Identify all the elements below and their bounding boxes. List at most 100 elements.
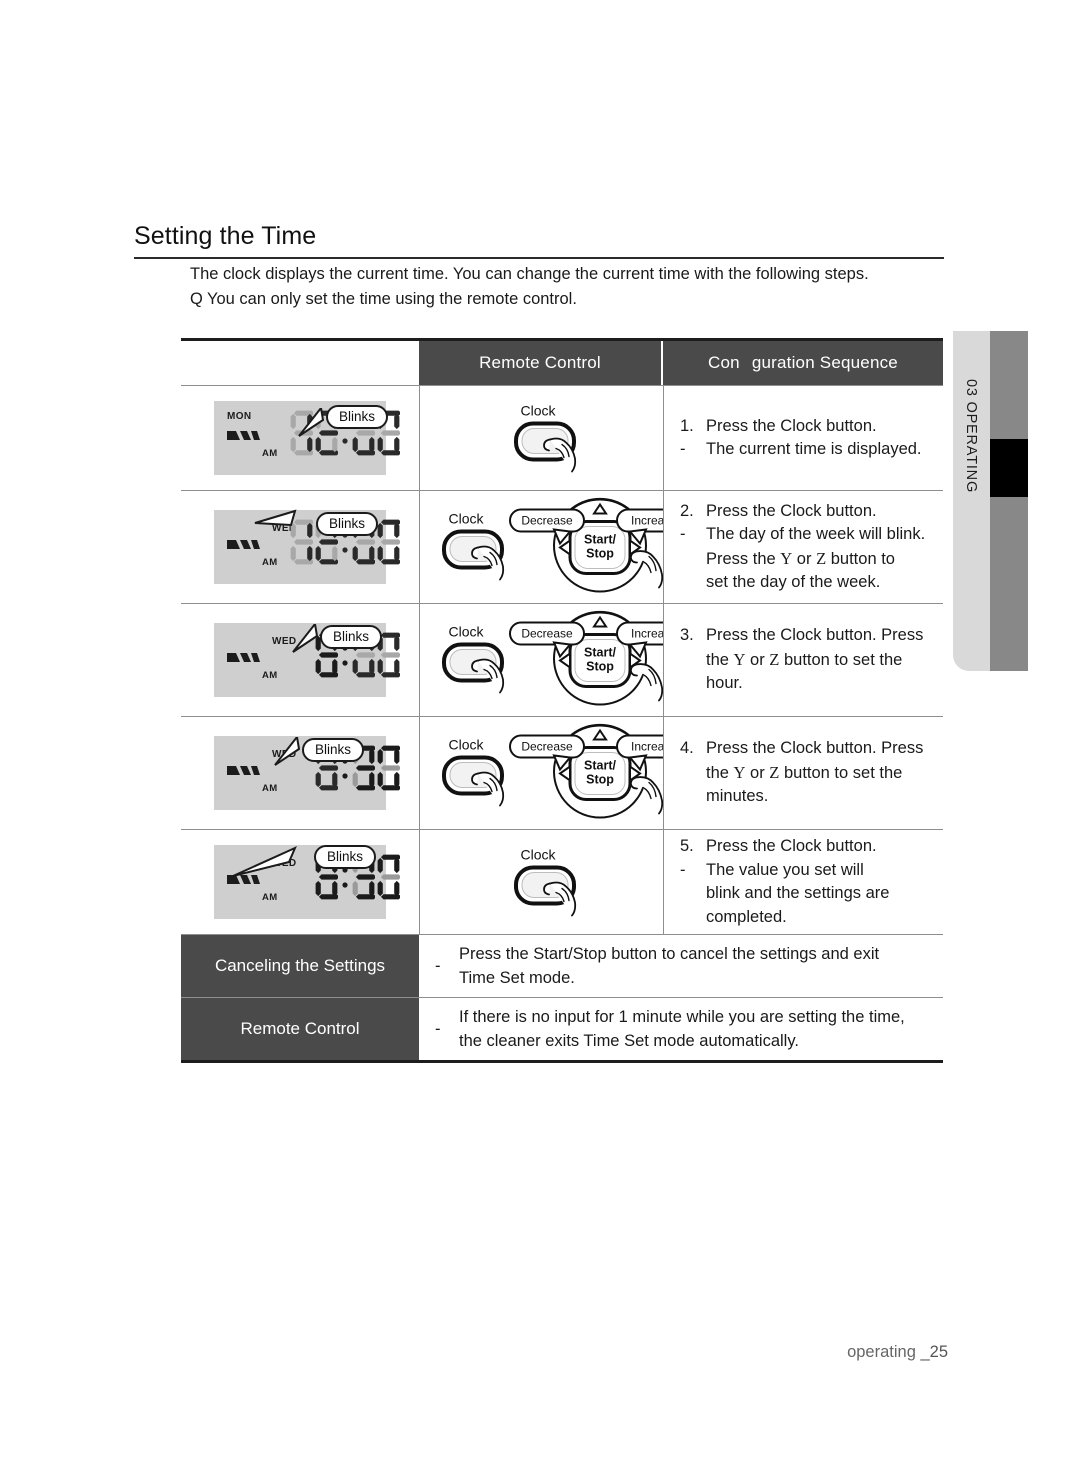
table-row: WED AM Bl <box>181 830 943 934</box>
instruction-marker <box>680 882 706 906</box>
footer-page-number: _25 <box>920 1343 948 1361</box>
instruction-marker: - <box>680 440 686 458</box>
remote-full-illustration: Clock Start/ Stop Decrease Increase <box>442 611 692 706</box>
instruction-text: 5. Press the Clock button. - The value you … <box>680 835 889 929</box>
clock-button-label: Clock <box>448 511 484 527</box>
lcd-cell: WED AM Bl <box>181 830 419 934</box>
instruction-marker: 4. <box>680 739 694 758</box>
lcd-cell: MON AM Blinks <box>181 386 419 490</box>
instruction-line: set the day of the week. <box>680 571 925 595</box>
instruction-body: minutes. <box>706 787 769 806</box>
page-title-block: Setting the Time <box>134 222 944 259</box>
table-footer-rows: Canceling the Settings - Press the Start… <box>181 934 943 1060</box>
lcd-digit <box>377 519 400 565</box>
up-arrow-placeholder-icon: Y <box>780 548 793 568</box>
instruction-marker: - <box>680 525 686 543</box>
header-remote-control: Remote Control <box>419 341 663 385</box>
blinks-callout: Blinks <box>302 738 365 762</box>
startstop-line1: Start/ <box>584 759 616 773</box>
instruction-text: 4. Press the Clock button. Press the Y or … <box>680 737 923 809</box>
startstop-line2: Stop <box>586 547 614 561</box>
blinks-callout: Blinks <box>320 625 383 649</box>
footer-label-row: Remote Control - If there is no input fo… <box>181 998 943 1060</box>
instruction-marker <box>680 648 706 673</box>
footer-row-text: If there is no input for 1 minute while … <box>459 1005 905 1053</box>
remote-control-cell: Clock Start/ Stop Decrease Increase <box>419 604 692 716</box>
lcd-day-label: MON <box>227 411 252 422</box>
table-body: MON AM Blinks Clock 1. Press the Clock b… <box>181 385 943 934</box>
lcd-am-label: AM <box>262 783 278 794</box>
instruction-cell: 4. Press the Clock button. Press the Y or … <box>663 717 943 829</box>
instruction-cell: 1. Press the Clock button. - The current ti… <box>663 386 943 490</box>
signal-bars-icon <box>226 428 260 443</box>
startstop-line2: Stop <box>586 773 614 787</box>
instruction-line: blink and the settings are <box>680 882 889 906</box>
instruction-marker: - <box>680 860 686 879</box>
instruction-marker <box>680 785 706 809</box>
instruction-line: hour. <box>680 672 923 696</box>
remote-illustration-wrap: Clock Start/ Stop Decrease Increase <box>420 716 692 831</box>
increase-label: Increase <box>631 514 664 528</box>
remote-clock-illustration: Clock <box>514 847 577 917</box>
clock-button-label: Clock <box>448 737 484 753</box>
footer-row-body: - Press the Start/Stop button to cancel … <box>419 935 943 997</box>
instruction-body: completed. <box>706 907 787 926</box>
lcd-am-label: AM <box>262 557 278 568</box>
decrease-label: Decrease <box>521 514 573 528</box>
footer-label-row: Canceling the Settings - Press the Start… <box>181 935 943 997</box>
instruction-body: the Y or Z button to set the <box>706 762 903 782</box>
startstop-line1: Start/ <box>584 646 616 660</box>
remote-control-cell: Clock Start/ Stop Decrease Increase <box>419 716 692 831</box>
intro-note: Q You can only set the time using the rem… <box>190 287 950 312</box>
instruction-line: - The value you set will <box>680 859 889 883</box>
footer-text-line: If there is no input for 1 minute while … <box>459 1008 905 1026</box>
instruction-body: Press the Clock button. <box>706 837 877 855</box>
instruction-marker <box>680 571 706 595</box>
down-arrow-placeholder-icon: Z <box>769 649 780 669</box>
startstop-line2: Stop <box>586 660 614 674</box>
footer-row-label: Canceling the Settings <box>181 935 419 997</box>
remote-clock-illustration: Clock <box>514 403 577 473</box>
lcd-cell: WED AM Bl <box>181 604 419 716</box>
instruction-body: hour. <box>706 674 743 693</box>
clock-button-label: Clock <box>520 403 556 419</box>
intro-paragraph: The clock displays the current time. You… <box>190 265 869 283</box>
clock-button-label: Clock <box>520 847 556 863</box>
blinks-callout: Blinks <box>326 405 389 429</box>
instruction-marker: 5. <box>680 837 694 855</box>
instruction-body: the Y or Z button to set the <box>706 649 903 669</box>
signal-bars-icon <box>226 763 260 778</box>
instruction-line: 2. Press the Clock button. <box>680 500 925 524</box>
instruction-marker: 1. <box>680 416 694 435</box>
instruction-body: set the day of the week. <box>706 573 881 591</box>
table-header-row: Remote Control Con guration Sequence <box>181 341 943 385</box>
startstop-line1: Start/ <box>584 533 616 547</box>
chapter-side-tab: 03 OPERATING <box>953 331 1028 671</box>
instruction-line: the Y or Z button to set the <box>680 648 923 673</box>
note-mark-icon: Q <box>190 290 203 308</box>
procedure-table: Remote Control Con guration Sequence MON … <box>181 338 943 1063</box>
remote-full-illustration: Clock Start/ Stop Decrease Increase <box>442 498 692 593</box>
instruction-line: Press the Y or Z button to <box>680 547 925 572</box>
remote-illustration-wrap: Clock <box>420 832 664 933</box>
table-row: WED AM Blinks Clock Start/ Stop Decrease… <box>181 491 943 603</box>
signal-bars-icon <box>226 650 260 665</box>
side-tab-dark-panel <box>990 331 1028 671</box>
footer-row-dash: - <box>435 957 441 975</box>
intro-block: The clock displays the current time. You… <box>190 262 950 312</box>
footer-row-body: - If there is no input for 1 minute whil… <box>419 998 943 1060</box>
instruction-line: the Y or Z button to set the <box>680 761 923 786</box>
down-arrow-placeholder-icon: Z <box>816 548 827 568</box>
instruction-body: Press the Clock button. <box>706 416 877 435</box>
instruction-text: 2. Press the Clock button. - The day of the… <box>680 500 925 595</box>
signal-bars-icon <box>226 537 260 552</box>
lcd-cell: WED AM Blinks <box>181 491 419 603</box>
down-arrow-placeholder-icon: Z <box>769 762 780 782</box>
remote-illustration-wrap: Clock Start/ Stop Decrease Increase <box>420 490 692 605</box>
side-tab-text-wrap: 03 OPERATING <box>953 331 990 541</box>
instruction-body: Press the Clock button. <box>706 501 877 520</box>
lcd-digit <box>377 745 400 791</box>
footer-text-line: the cleaner exits Time Set mode automati… <box>459 1032 799 1050</box>
instruction-cell: 5. Press the Clock button. - The value you … <box>663 830 943 934</box>
instruction-body: The value you set will <box>706 860 864 879</box>
